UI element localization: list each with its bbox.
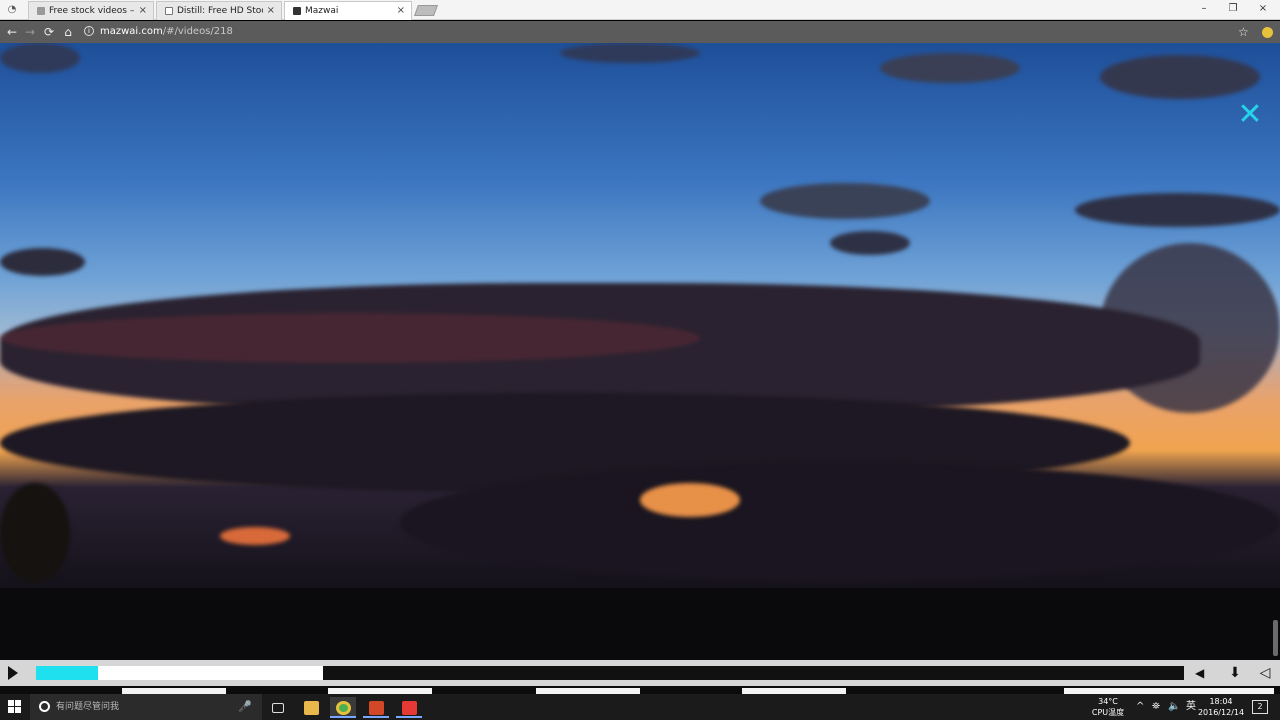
task-view-icon[interactable] xyxy=(265,697,291,718)
file-explorer-icon[interactable] xyxy=(298,697,324,718)
tab-close-icon[interactable]: × xyxy=(139,4,147,18)
cloud-shape xyxy=(880,53,1020,83)
tab-label: Mazwai xyxy=(305,6,339,16)
reload-button[interactable]: ⟳ xyxy=(40,23,58,41)
tab-favicon-icon xyxy=(37,7,45,15)
network-icon[interactable]: ⛯ xyxy=(1152,700,1160,714)
volume-icon[interactable]: ◀ xyxy=(1195,665,1209,681)
cloud-shape xyxy=(220,527,290,545)
window-close-button[interactable]: × xyxy=(1249,2,1277,16)
notification-center-icon[interactable]: 2 xyxy=(1252,700,1268,714)
tab-distill[interactable]: Distill: Free HD Stock V × xyxy=(156,1,282,20)
taskbar: 有问题尽管问我 🎤 34°C CPU温度 ^ ⛯ 🔈 英 18:04 2016/… xyxy=(0,694,1280,720)
download-icon[interactable]: ⬇ xyxy=(1226,663,1244,683)
chrome-icon[interactable] xyxy=(330,697,356,718)
cloud-shape xyxy=(0,43,80,73)
played-bar xyxy=(36,666,98,680)
play-button[interactable] xyxy=(8,666,18,680)
extension-icon[interactable] xyxy=(1262,27,1273,38)
tab-label: Free stock videos – Pe xyxy=(49,6,135,16)
cloud-shape xyxy=(1100,55,1260,99)
cloud-shape xyxy=(0,313,700,363)
cpu-temp-value: 34°C xyxy=(1098,697,1118,706)
windows-start-icon[interactable] xyxy=(8,700,22,714)
tab-favicon-icon xyxy=(293,7,301,15)
cloud-shape xyxy=(1075,193,1280,227)
tab-mazwai[interactable]: Mazwai × xyxy=(284,1,412,20)
tab-pexels[interactable]: Free stock videos – Pe × xyxy=(28,1,154,20)
cpu-temp-label: CPU温度 xyxy=(1091,708,1125,717)
tab-strip: ◔ Free stock videos – Pe × Distill: Free… xyxy=(0,0,1280,20)
cloud-shape xyxy=(0,248,85,276)
speaker-icon[interactable]: 🔈 xyxy=(1168,700,1180,714)
cloud-shape xyxy=(640,483,740,517)
clock-date: 2016/12/14 xyxy=(1197,708,1245,717)
forward-button[interactable]: → xyxy=(21,23,39,41)
back-button[interactable]: ← xyxy=(3,23,21,41)
tab-favicon-icon xyxy=(165,7,173,15)
url-host: mazwai.com xyxy=(100,26,163,37)
cortana-icon xyxy=(39,701,50,712)
cloud-shape xyxy=(400,463,1280,583)
page-strip xyxy=(0,686,1280,694)
collapse-icon[interactable]: ◁ xyxy=(1256,664,1274,682)
browser-toolbar: ← → ⟳ ⌂ i mazwai.com/#/videos/218 ☆ xyxy=(0,21,1280,43)
tab-label: Distill: Free HD Stock V xyxy=(177,6,263,16)
scrollbar-thumb[interactable] xyxy=(1273,620,1278,656)
cloud-shape xyxy=(760,183,930,219)
tree-silhouette xyxy=(0,483,70,583)
new-tab-button[interactable] xyxy=(413,5,439,16)
powerpoint-icon[interactable] xyxy=(363,697,389,718)
bookmark-star-icon[interactable]: ☆ xyxy=(1238,24,1249,40)
search-placeholder: 有问题尽管问我 xyxy=(56,702,120,712)
info-icon[interactable]: i xyxy=(84,26,94,36)
screen-recorder-icon[interactable] xyxy=(396,697,422,718)
progress-track[interactable] xyxy=(36,666,1184,680)
tray-chevron-icon[interactable]: ^ xyxy=(1136,700,1144,714)
player-controls: ◀ ⬇ ◁ xyxy=(0,660,1280,686)
video-frame[interactable]: ✕ xyxy=(0,43,1280,660)
close-video-button[interactable]: ✕ xyxy=(1236,100,1264,130)
microphone-icon[interactable]: 🎤 xyxy=(238,694,252,720)
cloud-shape xyxy=(560,43,700,63)
tab-close-icon[interactable]: × xyxy=(397,4,405,18)
restore-button[interactable]: ❐ xyxy=(1219,2,1247,16)
home-button[interactable]: ⌂ xyxy=(59,23,77,41)
cloud-shape xyxy=(830,231,910,255)
cpu-temperature[interactable]: 34°C CPU温度 xyxy=(1088,694,1128,720)
ime-indicator[interactable]: 英 xyxy=(1186,700,1196,714)
address-bar[interactable]: i mazwai.com/#/videos/218 xyxy=(80,23,1230,41)
minimize-button[interactable]: – xyxy=(1190,2,1218,16)
horizon-ground xyxy=(0,588,1280,660)
clock-time: 18:04 xyxy=(1209,697,1233,706)
url-path: /#/videos/218 xyxy=(162,26,233,37)
clock[interactable]: 18:04 2016/12/14 xyxy=(1196,694,1246,720)
profile-icon[interactable]: ◔ xyxy=(4,3,20,17)
cortana-search-box[interactable]: 有问题尽管问我 🎤 xyxy=(30,694,262,720)
tab-close-icon[interactable]: × xyxy=(267,4,275,18)
